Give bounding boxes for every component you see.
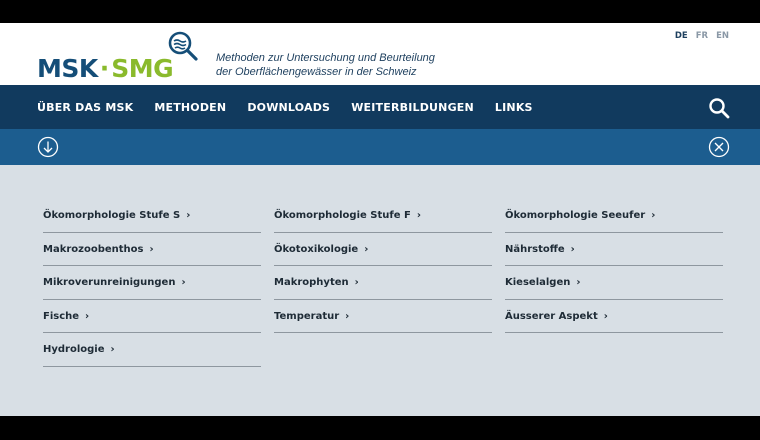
- tagline-line-1: Methoden zur Untersuchung und Beurteilun…: [216, 52, 435, 64]
- menu-item-label: Ökotoxikologie: [274, 243, 359, 255]
- menu-item-temperatur[interactable]: Temperatur ›: [274, 300, 492, 333]
- logo-text-smg: SMG: [111, 54, 174, 83]
- menu-item-label: Hydrologie: [43, 344, 105, 355]
- menu-item-oekomorphologie-stufe-f[interactable]: Ökomorphologie Stufe F ›: [274, 199, 492, 233]
- menu-item-mikroverunreinigungen[interactable]: Mikroverunreinigungen ›: [43, 266, 261, 300]
- search-icon[interactable]: [708, 97, 730, 119]
- menu-item-oekotoxikologie[interactable]: Ökotoxikologie ›: [274, 233, 492, 266]
- menu-item-label: Äusserer Aspekt: [505, 310, 598, 322]
- menu-item-label: Ökomorphologie Stufe S: [43, 210, 181, 221]
- menu-item-fische[interactable]: Fische ›: [43, 300, 261, 333]
- chevron-right-icon: ›: [345, 310, 350, 322]
- menu-item-label: Kieselalgen: [505, 277, 571, 288]
- menu-item-label: Temperatur: [274, 310, 340, 322]
- menu-item-oekomorphologie-seeufer[interactable]: Ökomorphologie Seeufer ›: [505, 199, 723, 233]
- site-tagline: Methoden zur Untersuchung und Beurteilun…: [216, 51, 435, 79]
- menu-item-label: Mikroverunreinigungen: [43, 277, 176, 288]
- methods-menu-panel: Ökomorphologie Stufe S › Makrozoobenthos…: [0, 165, 760, 416]
- chevron-right-icon: ›: [186, 210, 191, 221]
- site-header: MSK · SMG Methoden zur Untersuchung und …: [0, 23, 760, 85]
- submenu-bar: [0, 129, 760, 165]
- menu-item-label: Makrozoobenthos: [43, 243, 144, 255]
- chevron-right-icon: ›: [603, 310, 608, 322]
- chevron-right-icon: ›: [149, 243, 154, 255]
- chevron-right-icon: ›: [110, 344, 115, 355]
- logo-text-msk: MSK: [37, 54, 98, 83]
- menu-column-1: Ökomorphologie Stufe S › Makrozoobenthos…: [43, 199, 261, 367]
- chevron-right-icon: ›: [576, 277, 581, 288]
- language-en[interactable]: EN: [716, 31, 729, 41]
- close-circle-icon[interactable]: [708, 136, 730, 158]
- page: MSK · SMG Methoden zur Untersuchung und …: [0, 23, 760, 416]
- nav-item-ueber-das-msk[interactable]: ÜBER DAS MSK: [37, 101, 133, 114]
- menu-item-label: Ökomorphologie Seeufer: [505, 210, 646, 221]
- menu-item-hydrologie[interactable]: Hydrologie ›: [43, 333, 261, 367]
- chevron-right-icon: ›: [85, 310, 90, 322]
- language-de[interactable]: DE: [675, 31, 688, 41]
- nav-item-downloads[interactable]: DOWNLOADS: [247, 101, 330, 114]
- site-logo[interactable]: MSK · SMG: [37, 31, 198, 83]
- chevron-right-icon: ›: [364, 243, 369, 255]
- menu-item-kieselalgen[interactable]: Kieselalgen ›: [505, 266, 723, 300]
- nav-item-links[interactable]: LINKS: [495, 101, 533, 114]
- menu-item-label: Nährstoffe: [505, 243, 565, 255]
- chevron-right-icon: ›: [570, 243, 575, 255]
- chevron-right-icon: ›: [651, 210, 656, 221]
- menu-item-makrozoobenthos[interactable]: Makrozoobenthos ›: [43, 233, 261, 266]
- tagline-line-2: der Oberflächengewässer in der Schweiz: [216, 66, 417, 78]
- language-switcher: DE FR EN: [675, 31, 729, 41]
- nav-items: ÜBER DAS MSK METHODEN DOWNLOADS WEITERBI…: [37, 85, 554, 129]
- menu-item-label: Makrophyten: [274, 277, 349, 288]
- magnifier-water-icon: [168, 31, 198, 61]
- menu-item-label: Fische: [43, 310, 80, 322]
- chevron-right-icon: ›: [181, 277, 186, 288]
- menu-column-3: Ökomorphologie Seeufer › Nährstoffe › Ki…: [505, 199, 723, 333]
- menu-item-naehrstoffe[interactable]: Nährstoffe ›: [505, 233, 723, 266]
- logo-separator: ·: [99, 54, 110, 83]
- nav-item-weiterbildungen[interactable]: WEITERBILDUNGEN: [351, 101, 474, 114]
- chevron-right-icon: ›: [416, 210, 421, 221]
- nav-item-methoden[interactable]: METHODEN: [154, 101, 226, 114]
- main-navigation: ÜBER DAS MSK METHODEN DOWNLOADS WEITERBI…: [0, 85, 760, 129]
- language-fr[interactable]: FR: [696, 31, 708, 41]
- menu-item-label: Ökomorphologie Stufe F: [274, 210, 411, 221]
- menu-item-oekomorphologie-stufe-s[interactable]: Ökomorphologie Stufe S ›: [43, 199, 261, 233]
- menu-column-2: Ökomorphologie Stufe F › Ökotoxikologie …: [274, 199, 492, 333]
- arrow-down-circle-icon[interactable]: [37, 136, 59, 158]
- chevron-right-icon: ›: [354, 277, 359, 288]
- menu-item-makrophyten[interactable]: Makrophyten ›: [274, 266, 492, 300]
- menu-item-aeusserer-aspekt[interactable]: Äusserer Aspekt ›: [505, 300, 723, 333]
